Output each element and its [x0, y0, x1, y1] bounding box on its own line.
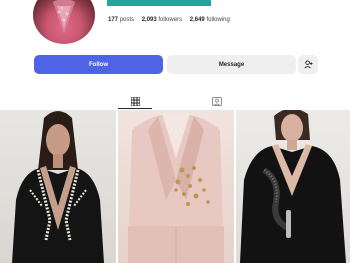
posts-grid: [0, 110, 350, 263]
active-tab-indicator: [118, 108, 152, 109]
post-thumbnail[interactable]: [118, 110, 234, 263]
blush-pink-embroidered-suit-photo: [128, 114, 224, 263]
following-count[interactable]: 2,649 following: [190, 17, 230, 23]
tab-tagged[interactable]: [205, 92, 229, 110]
suggested-users-button[interactable]: [298, 55, 318, 74]
tagged-icon: [212, 96, 222, 106]
followers-count[interactable]: 2,093 followers: [142, 17, 182, 23]
post-thumbnail[interactable]: [236, 110, 350, 263]
grid-icon: [130, 96, 140, 106]
following-count-value: 2,649: [189, 17, 205, 23]
name-highlight-bar: [107, 0, 211, 6]
followers-count-value: 2,093: [141, 17, 157, 23]
black-beaded-blazer-photo: [240, 110, 346, 263]
posts-count[interactable]: 177 posts: [108, 17, 134, 23]
followers-count-label: followers: [158, 17, 183, 23]
profile-actions: Follow Message: [0, 55, 350, 75]
posts-count-label: posts: [119, 17, 135, 23]
profile-stats: 177 posts 2,093 followers 2,649 followin…: [108, 17, 236, 23]
profile-tabs: [0, 92, 350, 110]
black-embellished-blazer-photo: [12, 111, 104, 263]
post-thumbnail[interactable]: [0, 110, 116, 263]
follow-button[interactable]: Follow: [34, 55, 163, 74]
following-count-label: following: [206, 17, 230, 23]
avatar[interactable]: [33, 0, 95, 44]
profile-header: 177 posts 2,093 followers 2,649 followin…: [0, 0, 350, 52]
add-person-icon: [303, 60, 313, 69]
posts-count-value: 177: [108, 17, 119, 23]
message-button[interactable]: Message: [167, 55, 296, 74]
